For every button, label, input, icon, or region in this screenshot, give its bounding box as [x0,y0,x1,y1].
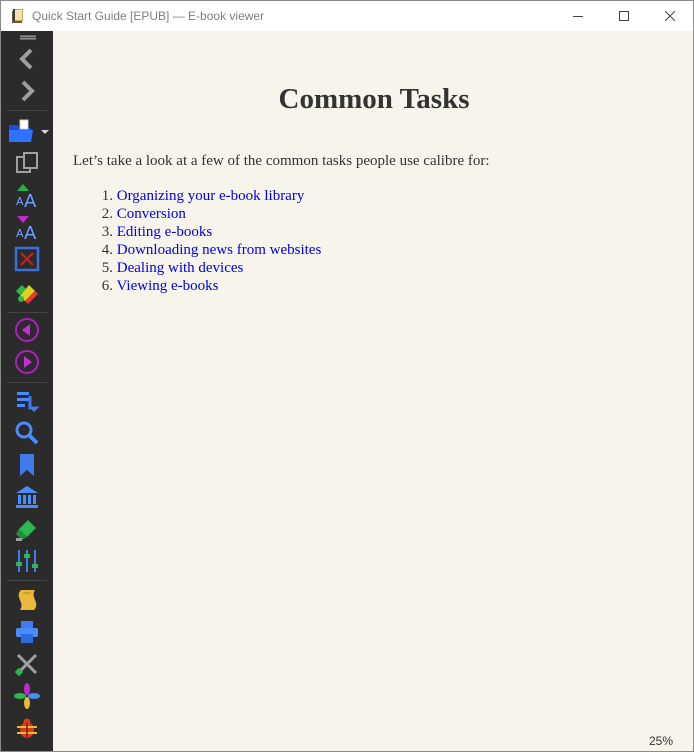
task-link-viewing-ebooks[interactable]: Viewing e-books [116,278,218,294]
svg-text:A: A [16,227,24,240]
toc-button[interactable] [13,387,41,415]
next-icon [15,350,39,374]
toolbar-separator [7,580,47,581]
forward-button[interactable] [13,77,41,105]
toolbar-separator [7,382,47,383]
calibre-app-icon [10,8,26,24]
task-link-editing-ebooks[interactable]: Editing e-books [117,224,212,240]
font-larger-icon: A A [16,184,37,209]
list-item: 6. Viewing e-books [73,277,321,295]
minimize-icon [573,16,583,17]
highlighter-icon [16,520,36,541]
metadata-button[interactable] [13,586,41,614]
ebook-viewer-window: Quick Start Guide [EPUB] — E-book viewer [0,0,694,752]
debug-button[interactable] [13,714,41,742]
minimize-button[interactable] [555,1,601,31]
toolbar-grip[interactable] [20,35,36,40]
task-link-downloading-news[interactable]: Downloading news from websites [117,242,322,258]
color-scheme-button[interactable] [13,277,41,305]
svg-text:A: A [24,191,37,209]
chapter-heading: Common Tasks [278,83,470,115]
book-page[interactable]: Common Tasks Let’s take a look at a few … [53,31,693,751]
print-icon [16,621,38,643]
bookmarks-button[interactable] [13,451,41,479]
preferences-button[interactable] [13,547,41,575]
toolbar-separator [7,312,47,313]
scroll-icon [18,590,37,610]
task-list: 1. Organizing your e-book library 2. Con… [73,187,322,295]
list-number: 4. [101,242,113,258]
list-item: 1. Organizing your e-book library [73,187,321,205]
window-title: Quick Start Guide [EPUB] — E-book viewer [32,9,265,23]
next-page-button[interactable] [13,348,41,376]
chevron-right-icon [21,80,35,102]
list-item: 4. Downloading news from websites [73,241,322,259]
copy-icon [16,152,38,173]
pinwheel-icon [14,683,40,709]
maximize-icon [619,11,629,21]
font-size-larger-button[interactable]: A A [13,181,41,209]
highlight-button[interactable] [13,515,41,543]
previous-icon [15,318,39,342]
bookmark-icon [20,454,34,476]
toolbar-separator [7,110,47,111]
chevron-left-icon [19,48,33,70]
task-link-devices[interactable]: Dealing with devices [117,260,244,276]
svg-text:A: A [16,195,24,208]
previous-page-button[interactable] [13,316,41,344]
library-icon [16,486,38,508]
list-number: 3. [101,224,113,240]
list-number: 6. [101,278,113,294]
task-link-conversion[interactable]: Conversion [117,206,186,222]
reading-progress: 25% [648,734,673,748]
viewer-toolbar: A A A A [1,31,53,751]
fullscreen-button[interactable] [13,245,41,273]
print-button[interactable] [13,618,41,646]
sliders-icon [16,550,38,572]
svg-text:A: A [24,223,37,241]
list-item: 3. Editing e-books [73,223,321,241]
list-item: 5. Dealing with devices [73,259,321,277]
open-book-button[interactable] [7,117,35,145]
close-icon [665,11,675,21]
back-button[interactable] [13,45,41,73]
search-icon [15,421,39,445]
font-size-smaller-button[interactable]: A A [13,213,41,241]
task-link-organizing-library[interactable]: Organizing your e-book library [117,188,305,204]
tools-button[interactable] [13,650,41,678]
bug-icon [17,718,37,738]
search-button[interactable] [13,419,41,447]
chevron-down-icon[interactable] [41,130,49,134]
paint-icon [16,285,38,304]
title-bar[interactable]: Quick Start Guide [EPUB] — E-book viewer [1,1,693,31]
font-smaller-icon: A A [16,216,37,241]
list-number: 5. [101,260,113,276]
tools-icon [14,653,38,677]
maximize-button[interactable] [601,1,647,31]
list-number: 1. [101,188,113,204]
copy-button[interactable] [13,149,41,177]
intro-paragraph: Let’s take a look at a few of the common… [73,153,490,169]
list-number: 2. [101,206,113,222]
fullscreen-icon [14,246,40,272]
inspector-button[interactable] [13,682,41,710]
reference-button[interactable] [13,483,41,511]
list-item: 2. Conversion [73,205,321,223]
folder-open-icon [9,119,33,142]
close-button[interactable] [647,1,693,31]
table-of-contents-icon [17,392,40,413]
